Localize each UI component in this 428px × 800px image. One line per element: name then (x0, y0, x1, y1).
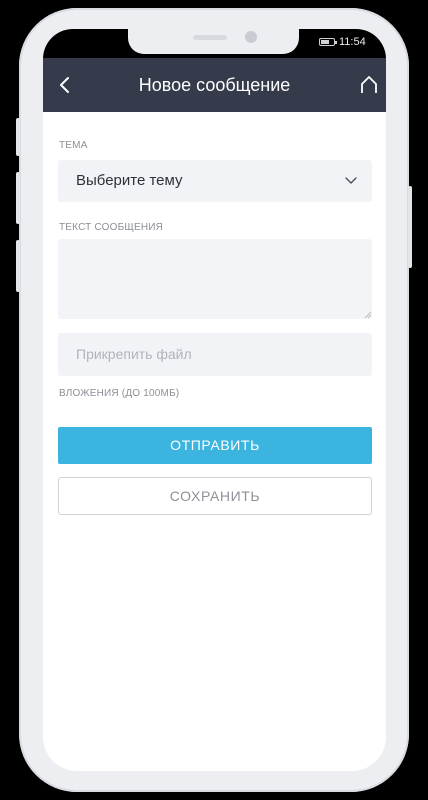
attach-file-placeholder: Прикрепить файл (76, 346, 192, 362)
home-icon (361, 76, 377, 93)
front-camera (245, 31, 257, 43)
message-textarea[interactable] (58, 239, 372, 319)
attachments-label: ВЛОЖЕНИЯ (ДО 100МБ) (59, 388, 180, 399)
save-button[interactable]: СОХРАНИТЬ (58, 477, 372, 515)
send-button[interactable]: ОТПРАВИТЬ (58, 427, 372, 464)
app-header: Новое сообщение (43, 58, 386, 112)
side-button-left (16, 172, 20, 224)
notch (128, 29, 299, 54)
status-time: 11:54 (339, 36, 366, 48)
side-button-left (16, 240, 20, 292)
page-title: Новое сообщение (138, 75, 291, 95)
chevron-down-icon (345, 177, 357, 184)
topic-select-value: Выберите тему (76, 172, 183, 189)
speaker (193, 35, 227, 40)
battery-icon (319, 38, 337, 46)
side-button-right (408, 186, 412, 268)
message-label: ТЕКСТ СООБЩЕНИЯ (59, 222, 164, 233)
home-button[interactable] (357, 73, 381, 97)
topic-label: ТЕМА (59, 140, 88, 151)
topic-select[interactable]: Выберите тему (58, 160, 372, 202)
status-bar: 11:54 (43, 29, 386, 58)
screen: 11:54 Новое сообщение ТЕМА Выберите тему… (43, 29, 386, 771)
side-button-left (16, 118, 20, 156)
attach-file-field[interactable]: Прикрепить файл (58, 333, 372, 376)
resize-grip-icon[interactable] (364, 311, 371, 318)
